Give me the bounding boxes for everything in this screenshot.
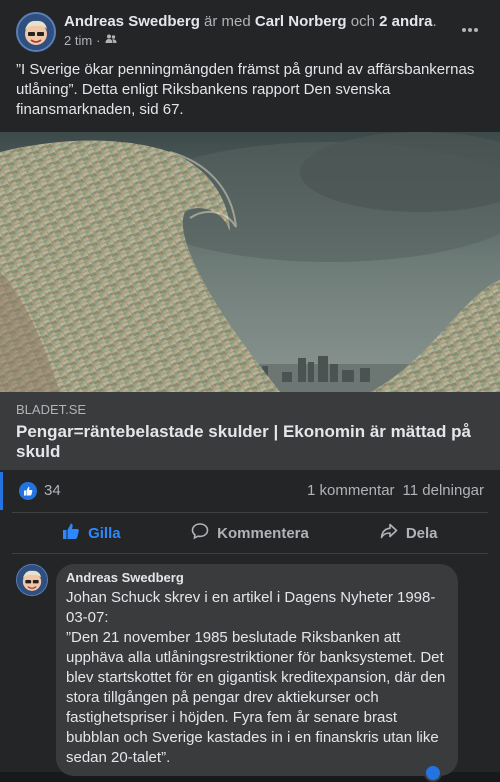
more-options-icon[interactable] xyxy=(456,16,484,44)
friends-icon[interactable] xyxy=(105,32,117,50)
comment-count[interactable]: 1 kommentar xyxy=(307,482,395,499)
author-name[interactable]: Andreas Swedberg xyxy=(64,13,200,30)
post-stats: 34 1 kommentar 11 delningar xyxy=(0,472,500,510)
period: . xyxy=(432,13,437,30)
thumbs-up-icon xyxy=(62,522,80,544)
comment-icon xyxy=(191,522,209,544)
commenter-avatar[interactable] xyxy=(16,564,48,596)
like-reaction-icon[interactable] xyxy=(19,482,37,500)
comment-author[interactable]: Andreas Swedberg xyxy=(66,570,446,586)
comment-like-reaction-icon[interactable] xyxy=(424,764,442,782)
header-line: Andreas Swedberg är med Carl Norberg och… xyxy=(64,12,454,32)
link-domain: BLADET.SE xyxy=(16,402,87,417)
header-text: Andreas Swedberg är med Carl Norberg och… xyxy=(64,12,454,50)
share-button[interactable]: Dela xyxy=(329,513,488,553)
with-text: är med xyxy=(204,13,251,30)
post-text: ”I Sverige ökar penningmängden främst på… xyxy=(16,61,475,118)
share-count[interactable]: 11 delningar xyxy=(403,482,484,499)
like-button[interactable]: Gilla xyxy=(12,513,171,553)
tagged-person[interactable]: Carl Norberg xyxy=(255,13,347,30)
comment-text: Johan Schuck skrev i en artikel i Dagens… xyxy=(66,589,446,766)
comment-button[interactable]: Kommentera xyxy=(171,513,330,553)
post-header: Andreas Swedberg är med Carl Norberg och… xyxy=(16,12,484,54)
comment-label: Kommentera xyxy=(217,524,309,542)
comment-bubble: Andreas Swedberg Johan Schuck skrev i en… xyxy=(56,564,458,776)
stats-right: 1 kommentar 11 delningar xyxy=(307,482,484,500)
post-time[interactable]: 2 tim xyxy=(64,32,92,50)
author-avatar[interactable] xyxy=(16,12,56,52)
share-icon xyxy=(380,522,398,544)
tagged-others[interactable]: 2 andra xyxy=(379,13,432,30)
link-preview-meta[interactable]: BLADET.SE Pengar=räntebelastade skulder … xyxy=(0,392,500,470)
post-card: Andreas Swedberg är med Carl Norberg och… xyxy=(0,0,500,782)
action-bar: Gilla Kommentera Dela xyxy=(12,512,488,554)
and-text: och xyxy=(350,13,375,30)
link-title[interactable]: Pengar=räntebelastade skulder | Ekonomin… xyxy=(16,422,484,462)
like-count[interactable]: 34 xyxy=(44,482,61,500)
meta-separator: · xyxy=(96,33,101,48)
like-label: Gilla xyxy=(88,524,121,542)
share-label: Dela xyxy=(405,524,438,542)
link-preview-image[interactable] xyxy=(0,132,500,392)
post-meta: 2 tim · xyxy=(64,32,454,50)
